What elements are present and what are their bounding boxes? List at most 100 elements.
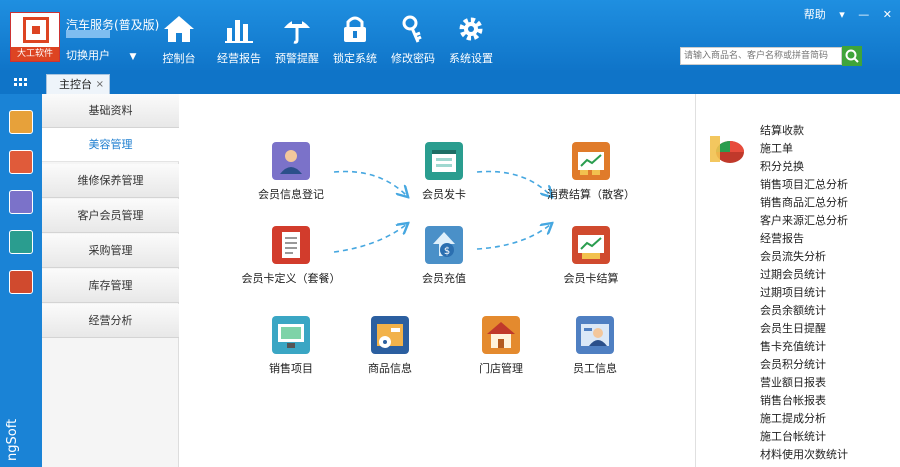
sidebar-item-purchase[interactable]: 采购管理 bbox=[42, 234, 179, 268]
logo-text: 大工软件 bbox=[11, 47, 59, 61]
brand-vertical-text: ngSoft bbox=[5, 418, 20, 461]
card-define-icon bbox=[272, 226, 310, 264]
title-bar: 大工软件 汽车服务(普及版) 切换用户 ▼ 控制台 经营报告 预警提醒 锁定系统… bbox=[0, 0, 900, 72]
report-link[interactable]: 过期项目统计 bbox=[760, 284, 848, 302]
app-logo: 大工软件 bbox=[10, 12, 60, 62]
close-icon[interactable]: ✕ bbox=[883, 8, 892, 21]
member-register-node[interactable]: 会员信息登记 bbox=[241, 142, 341, 202]
staff-info-node[interactable]: 员工信息 bbox=[545, 316, 645, 376]
toolbar-label: 预警提醒 bbox=[275, 52, 319, 65]
search-button[interactable] bbox=[842, 46, 862, 66]
node-label: 会员卡结算 bbox=[563, 272, 619, 285]
switch-user-label: 切换用户 bbox=[66, 49, 110, 62]
store-manage-node[interactable]: 门店管理 bbox=[451, 316, 551, 376]
search-input[interactable] bbox=[680, 47, 842, 65]
close-tab-icon[interactable]: × bbox=[96, 75, 104, 94]
reports-panel: 结算收款 施工单 积分兑换 销售项目汇总分析 销售商品汇总分析 客户来源汇总分析… bbox=[695, 94, 900, 467]
card-define-node[interactable]: 会员卡定义（套餐） bbox=[241, 226, 341, 286]
toolbar-report-button[interactable]: 经营报告 bbox=[208, 14, 270, 66]
gear-icon bbox=[454, 14, 488, 44]
checkout-icon bbox=[572, 142, 610, 180]
card-settle-node[interactable]: 会员卡结算 bbox=[541, 226, 641, 286]
logo-mark-icon bbox=[23, 17, 49, 43]
toolbar-alert-button[interactable]: 预警提醒 bbox=[266, 14, 328, 66]
card-settle-icon bbox=[572, 226, 610, 264]
report-link[interactable]: 会员积分统计 bbox=[760, 356, 848, 374]
money-app-icon[interactable] bbox=[9, 270, 33, 294]
help-button[interactable]: 帮助 bbox=[804, 8, 826, 21]
node-label: 会员发卡 bbox=[422, 188, 466, 201]
workflow-panel: 会员信息登记 会员发卡 消费结算（散客） 会员卡定义（套餐） $ 会员充值 会员… bbox=[179, 94, 695, 467]
pie-chart-icon bbox=[710, 136, 744, 163]
user-name-redacted bbox=[66, 30, 110, 38]
report-link[interactable]: 经营报告 bbox=[760, 230, 848, 248]
toolbar-settings-button[interactable]: 系统设置 bbox=[440, 14, 502, 66]
card-app-icon[interactable] bbox=[9, 230, 33, 254]
sidebar-item-repair[interactable]: 维修保养管理 bbox=[42, 164, 179, 198]
report-link[interactable]: 会员余额统计 bbox=[760, 302, 848, 320]
report-app-icon[interactable] bbox=[9, 150, 33, 174]
toolbar-label: 修改密码 bbox=[391, 52, 435, 65]
report-link[interactable]: 施工提成分析 bbox=[760, 410, 848, 428]
report-link[interactable]: 会员流失分析 bbox=[760, 248, 848, 266]
product-icon bbox=[371, 316, 409, 354]
report-link[interactable]: 积分兑换 bbox=[760, 158, 848, 176]
product-info-node[interactable]: 商品信息 bbox=[340, 316, 440, 376]
node-label: 消费结算（散客） bbox=[547, 188, 635, 201]
node-label: 商品信息 bbox=[368, 362, 412, 375]
report-link[interactable]: 过期会员统计 bbox=[760, 266, 848, 284]
person-app-icon[interactable] bbox=[9, 190, 33, 214]
node-label: 员工信息 bbox=[573, 362, 617, 375]
switch-user-menu[interactable]: 切换用户 ▼ bbox=[66, 47, 136, 63]
sidebar-menu: 基础资料 美容管理 维修保养管理 客户会员管理 采购管理 库存管理 经营分析 bbox=[42, 94, 179, 467]
sidebar-item-beauty[interactable]: 美容管理 bbox=[42, 128, 179, 162]
toolbar-label: 系统设置 bbox=[449, 52, 493, 65]
recharge-node[interactable]: $ 会员充值 bbox=[394, 226, 494, 286]
sidebar-item-customer[interactable]: 客户会员管理 bbox=[42, 199, 179, 233]
node-label: 会员信息登记 bbox=[258, 188, 324, 201]
sidebar-item-analysis[interactable]: 经营分析 bbox=[42, 304, 179, 338]
store-icon bbox=[482, 316, 520, 354]
window-controls: 帮助 ▾ — ✕ bbox=[794, 6, 892, 22]
toolbar-label: 锁定系统 bbox=[333, 52, 377, 65]
report-link[interactable]: 销售商品汇总分析 bbox=[760, 194, 848, 212]
sales-item-node[interactable]: 销售项目 bbox=[241, 316, 341, 376]
recharge-icon: $ bbox=[425, 226, 463, 264]
report-link[interactable]: 施工单 bbox=[760, 140, 848, 158]
report-link[interactable]: 会员生日提醒 bbox=[760, 320, 848, 338]
report-list: 结算收款 施工单 积分兑换 销售项目汇总分析 销售商品汇总分析 客户来源汇总分析… bbox=[760, 122, 848, 464]
toolbar-console-button[interactable]: 控制台 bbox=[148, 14, 210, 66]
grid-menu-icon[interactable] bbox=[14, 77, 28, 89]
chart-app-icon[interactable] bbox=[9, 110, 33, 134]
checkout-node[interactable]: 消费结算（散客） bbox=[541, 142, 641, 202]
sidebar-item-inventory[interactable]: 库存管理 bbox=[42, 269, 179, 303]
sidebar-item-basic-data[interactable]: 基础资料 bbox=[42, 94, 179, 128]
node-label: 会员卡定义（套餐） bbox=[241, 272, 341, 285]
report-link[interactable]: 客户来源汇总分析 bbox=[760, 212, 848, 230]
card-issue-icon bbox=[425, 142, 463, 180]
toolbar-lock-button[interactable]: 锁定系统 bbox=[324, 14, 386, 66]
dropdown-menu-icon[interactable]: ▾ bbox=[839, 8, 845, 21]
report-link[interactable]: 营业额日报表 bbox=[760, 374, 848, 392]
node-label: 门店管理 bbox=[479, 362, 523, 375]
member-register-icon bbox=[272, 142, 310, 180]
minimize-icon[interactable]: — bbox=[858, 8, 869, 21]
node-label: 销售项目 bbox=[269, 362, 313, 375]
report-link[interactable]: 销售台帐报表 bbox=[760, 392, 848, 410]
report-link[interactable]: 售卡充值统计 bbox=[760, 338, 848, 356]
tab-console[interactable]: 主控台 × bbox=[46, 74, 110, 94]
staff-icon bbox=[576, 316, 614, 354]
tab-label: 主控台 bbox=[59, 78, 92, 91]
toolbar-password-button[interactable]: 修改密码 bbox=[382, 14, 444, 66]
svg-text:$: $ bbox=[444, 246, 450, 257]
key-icon bbox=[396, 14, 430, 44]
report-link[interactable]: 材料使用次数统计 bbox=[760, 446, 848, 464]
tab-strip: 主控台 × bbox=[0, 72, 900, 94]
search-icon bbox=[845, 49, 859, 63]
card-issue-node[interactable]: 会员发卡 bbox=[394, 142, 494, 202]
report-link[interactable]: 销售项目汇总分析 bbox=[760, 176, 848, 194]
bar-chart-icon bbox=[222, 14, 256, 44]
lock-icon bbox=[338, 14, 372, 44]
report-link[interactable]: 结算收款 bbox=[760, 122, 848, 140]
report-link[interactable]: 施工台帐统计 bbox=[760, 428, 848, 446]
